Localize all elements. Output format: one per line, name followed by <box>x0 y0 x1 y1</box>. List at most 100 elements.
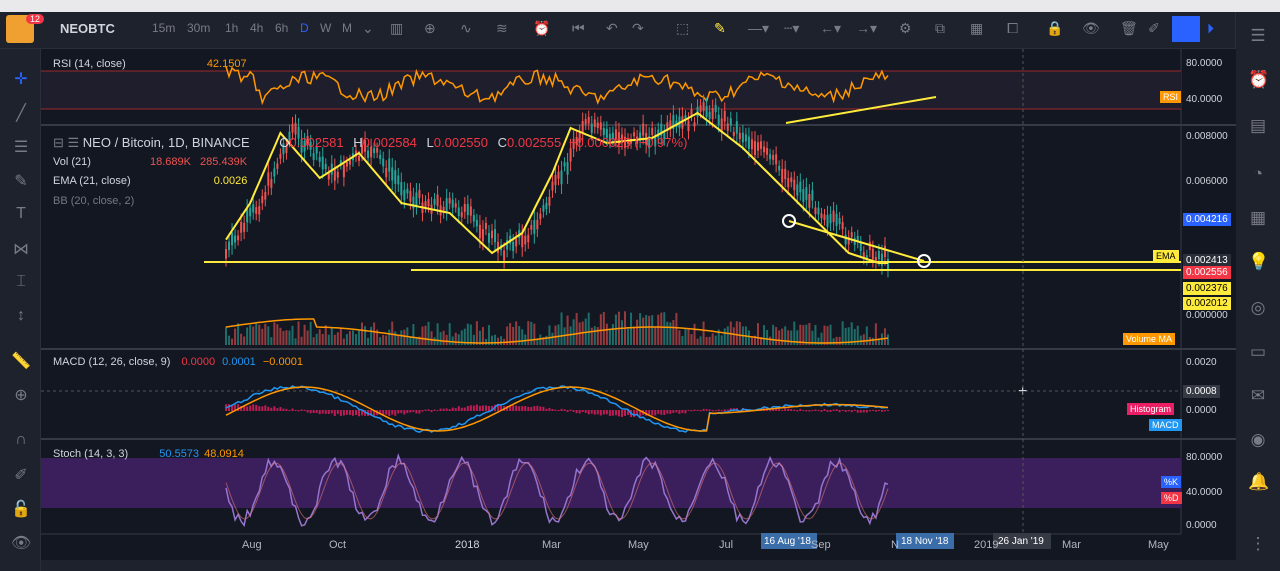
zoom-icon[interactable]: ⊕ <box>11 385 31 405</box>
pencil-icon[interactable]: ✐ <box>1148 20 1160 37</box>
interval-15m[interactable]: 15m <box>152 21 175 35</box>
candle-body <box>593 119 596 128</box>
clone-icon[interactable]: ▦ <box>970 20 983 37</box>
bb-legend[interactable]: BB (20, close, 2) <box>53 195 134 207</box>
template-icon[interactable]: ⧉ <box>935 20 945 37</box>
line-end-icon[interactable]: →▾ <box>856 20 877 37</box>
stoch-legend[interactable]: Stoch (14, 3, 3) 50.5573 48.0914 <box>53 448 244 460</box>
symbol-search[interactable]: NEOBTC <box>60 21 115 36</box>
volume-ma-tag: Volume MA <box>1123 333 1176 345</box>
watchlist-icon[interactable]: ☰ <box>1248 26 1268 46</box>
ema-legend[interactable]: EMA (21, close) 0.0026 <box>53 175 247 187</box>
streams-icon[interactable]: ◎ <box>1248 298 1268 318</box>
ruler-icon[interactable]: 📏 <box>11 351 31 371</box>
candle-body <box>234 235 237 243</box>
candle-body <box>324 164 327 170</box>
compare-icon[interactable]: ∿ <box>460 20 472 37</box>
alert-icon[interactable]: ⏰ <box>533 20 550 37</box>
hide-drawings-icon[interactable]: 👁 <box>11 533 31 553</box>
rsi-legend[interactable]: RSI (14, close) 42.1507 <box>53 58 247 70</box>
undo-icon[interactable]: ↶ <box>606 20 618 37</box>
brush-tool-icon[interactable]: ✎ <box>11 171 31 191</box>
line-style-icon[interactable]: —▾ <box>748 20 769 37</box>
histogram-bar <box>880 410 883 412</box>
volume-bar <box>645 315 648 345</box>
more-icon[interactable]: ⋮ <box>1248 534 1268 554</box>
candle-body <box>542 205 545 212</box>
indicators-icon[interactable]: ⊕ <box>424 20 436 37</box>
brush-icon[interactable]: ✎ <box>714 20 726 37</box>
candle-body <box>279 153 282 159</box>
candle-body <box>587 117 590 124</box>
candle-body <box>469 206 472 216</box>
volume-bar <box>228 335 231 345</box>
main-legend[interactable]: ⊟ ☰ NEO / Bitcoin, 1D, BINANCE O0.002581… <box>53 135 687 151</box>
layout-icon[interactable]: ⬚ <box>676 20 689 37</box>
publish-button[interactable] <box>1172 16 1200 42</box>
volume-bar <box>829 324 832 345</box>
ideas-icon[interactable]: 💡 <box>1248 252 1269 272</box>
prediction-tool-icon[interactable]: ⌶ <box>11 273 31 291</box>
volume-bar <box>566 315 569 345</box>
histogram-bar <box>339 410 342 416</box>
notifications-icon[interactable]: 🔔 <box>1248 472 1269 492</box>
pattern-tool-icon[interactable]: ⋈ <box>11 239 31 259</box>
volume-bar <box>835 336 838 345</box>
histogram-bar <box>874 410 877 412</box>
magnet-icon[interactable]: ∩ <box>11 431 31 449</box>
templates-icon[interactable]: ≋ <box>496 20 508 37</box>
candle-body <box>871 248 874 260</box>
histogram-bar <box>572 410 575 412</box>
line-start-icon[interactable]: ←▾ <box>820 20 841 37</box>
lock-icon[interactable]: 🔒 <box>1046 20 1063 37</box>
volume-legend[interactable]: Vol (21) 18.689K 285.439K <box>53 156 247 168</box>
alerts-icon[interactable]: ⏰ <box>1248 70 1269 90</box>
interval-1h[interactable]: 1h <box>225 21 238 35</box>
interval-m[interactable]: M <box>342 21 352 35</box>
trend-line-icon[interactable]: ╱ <box>11 103 31 123</box>
visual-order-icon[interactable]: ⧠ <box>1007 20 1018 37</box>
volume-bar <box>258 324 261 345</box>
interval-4h[interactable]: 4h <box>250 21 263 35</box>
settings-icon[interactable]: ⚙ <box>899 20 912 37</box>
time-label: Oct <box>329 539 347 551</box>
candle-body <box>273 168 276 177</box>
volume-bar <box>412 324 415 345</box>
play-icon[interactable]: ⏵ <box>1207 20 1214 37</box>
interval-30m[interactable]: 30m <box>187 21 210 35</box>
candle-style-icon[interactable]: ▥ <box>390 20 403 37</box>
measure-arrow-icon[interactable]: ↕ <box>11 307 31 325</box>
chart-canvas[interactable]: + <box>41 49 1236 560</box>
histogram-bar <box>530 407 533 411</box>
horizontal-lines-icon[interactable]: ☰ <box>11 137 31 157</box>
volume-bar <box>642 317 645 345</box>
interval-d[interactable]: D <box>300 21 309 35</box>
crosshair-icon[interactable]: ✛ <box>11 69 31 89</box>
interval-6h[interactable]: 6h <box>275 21 288 35</box>
hotlist-icon[interactable]: ◔ <box>1248 164 1268 184</box>
stoch-k-tag: %K <box>1161 476 1182 488</box>
drawing-mode-icon[interactable]: ✐ <box>11 465 31 485</box>
lock-drawings-icon[interactable]: 🔓 <box>11 499 31 519</box>
redo-icon[interactable]: ↷ <box>632 20 644 37</box>
calendar-icon[interactable]: ▦ <box>1248 208 1268 228</box>
interval-w[interactable]: W <box>320 21 331 35</box>
chat-icon[interactable]: ▭ <box>1248 342 1268 362</box>
macd-legend[interactable]: MACD (12, 26, close, 9) 0.0000 0.0001 −0… <box>53 356 303 368</box>
replay-icon[interactable]: ⏮ <box>572 20 585 37</box>
text-tool-icon[interactable]: T <box>11 205 31 223</box>
data-window-icon[interactable]: ▤ <box>1248 116 1268 136</box>
volume-bar <box>364 326 367 345</box>
volume-bar <box>394 331 397 345</box>
interval-dropdown-icon[interactable]: ⌄ <box>362 20 374 37</box>
candle-body <box>651 128 654 136</box>
trash-icon[interactable]: 🗑 <box>1120 20 1138 37</box>
line-dash-icon[interactable]: ┄▾ <box>784 20 799 37</box>
histogram-bar <box>255 404 258 411</box>
messages-icon[interactable]: ✉ <box>1248 386 1268 406</box>
volume-bar <box>738 321 741 345</box>
candle-body <box>741 132 744 143</box>
eye-icon[interactable]: 👁 <box>1082 20 1100 37</box>
histogram-bar <box>678 410 681 414</box>
help-icon[interactable]: ◉ <box>1248 430 1268 450</box>
